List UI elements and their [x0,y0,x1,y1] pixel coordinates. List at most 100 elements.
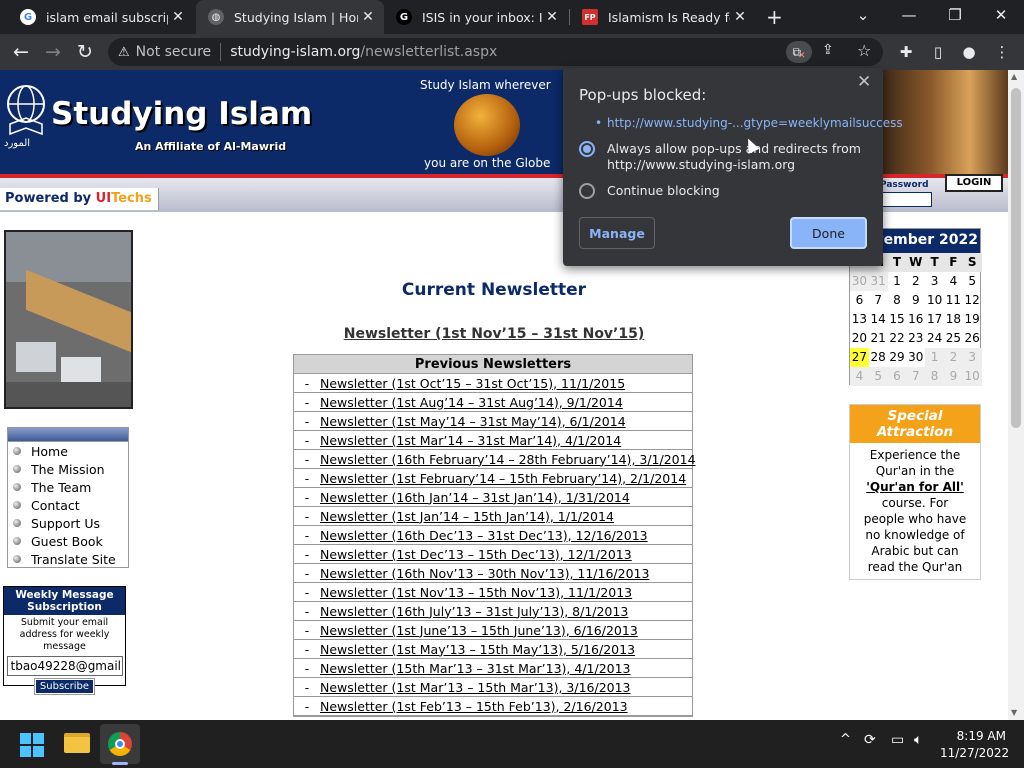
close-tab-icon[interactable]: ✕ [168,9,188,25]
address-bar[interactable]: ⚠ Not secure studying-islam.org/newslett… [108,38,883,66]
newsletter-link[interactable]: Newsletter (1st Feb’13 – 15th Feb’13), 2… [320,699,628,714]
newsletter-link[interactable]: Newsletter (1st May’13 – 15th May’13), 5… [320,642,635,657]
newsletter-link[interactable]: Newsletter (1st June’13 – 15th June’13),… [320,623,638,638]
newsletter-link[interactable]: Newsletter (1st Aug’14 – 31st Aug’14), 9… [320,395,623,410]
quran-for-all-link[interactable]: 'Qur'an for All' [866,480,964,494]
option-always-allow-label[interactable]: Always allow pop-ups and redirects from … [607,141,869,173]
newsletter-link[interactable]: Newsletter (16th Dec’13 – 31st Dec’13), … [320,528,648,543]
weekly-email-input[interactable] [6,656,123,676]
forward-button[interactable]: → [40,40,66,64]
side-panel-icon[interactable]: ▯ [927,42,949,62]
option-continue-blocking-label[interactable]: Continue blocking [607,183,869,199]
calendar-day[interactable]: 4 [944,272,963,291]
menu-item-the-team[interactable]: The Team [8,478,128,496]
menu-item-contact[interactable]: Contact [8,496,128,514]
newsletter-link[interactable]: Newsletter (1st Jan’14 – 15th Jan’14), 1… [320,509,614,524]
scroll-up-icon[interactable]: ▲ [1011,72,1017,81]
calendar-day[interactable]: 18 [944,310,963,329]
page-scrollbar[interactable]: ▲ ▼ [1008,70,1024,720]
calendar-day[interactable]: 13 [850,310,869,329]
calendar-day[interactable]: 3 [925,272,944,291]
calendar-day[interactable]: 31 [868,272,888,291]
calendar-day[interactable]: 1 [888,272,907,291]
calendar-day[interactable]: 5 [868,367,888,386]
calendar-day[interactable]: 17 [925,310,944,329]
restore-button[interactable]: ❐ [932,0,978,30]
calendar-day[interactable]: 2 [906,272,925,291]
scrollbar-thumb[interactable] [1011,88,1021,428]
newsletter-link[interactable]: Newsletter (1st Nov’13 – 15th Nov’13), 1… [320,585,632,600]
calendar-day[interactable]: 8 [925,367,944,386]
popup-blocked-icon[interactable]: ⧉ ✕ [786,41,812,63]
calendar-day[interactable]: 14 [869,310,888,329]
close-tab-icon[interactable]: ✕ [730,9,750,25]
password-input[interactable] [880,192,932,207]
calendar-day[interactable]: 23 [906,329,925,348]
newsletter-link[interactable]: Newsletter (1st Dec’13 – 15th Dec’13), 1… [320,547,632,562]
calendar-day[interactable]: 9 [943,367,963,386]
done-button[interactable]: Done [790,217,867,249]
share-icon[interactable]: ⇪ [822,42,834,58]
blocked-popup-link[interactable]: http://www.studying-...gtype=weeklymails… [607,116,903,130]
calendar-day[interactable]: 20 [850,329,869,348]
newsletter-link[interactable]: Newsletter (1st Oct’15 – 31st Oct’15), 1… [320,376,625,391]
calendar-day[interactable]: 21 [869,329,888,348]
current-newsletter-link[interactable]: Newsletter (1st Nov’15 – 31st Nov’15) [294,326,694,342]
calendar-day[interactable]: 10 [925,291,944,310]
calendar-day[interactable]: 27 [850,348,869,367]
newsletter-link[interactable]: Newsletter (16th February’14 – 28th Febr… [320,452,696,467]
extensions-icon[interactable]: ✚ [895,42,917,62]
sync-icon[interactable]: ⟳ [864,732,876,748]
new-tab-button[interactable]: + [760,0,790,34]
calendar-day[interactable]: 24 [925,329,944,348]
chrome-taskbar-button[interactable] [100,724,140,765]
calendar-day[interactable]: 2 [943,348,963,367]
network-icon[interactable]: ▭ [891,732,904,748]
calendar-day[interactable]: 25 [944,329,963,348]
chevron-up-icon[interactable]: ^ [840,732,851,747]
newsletter-link[interactable]: Newsletter (1st Mar’13 – 15th Mar’13), 3… [320,680,631,695]
calendar-day[interactable]: 7 [906,367,926,386]
bookmark-star-icon[interactable]: ☆ [857,41,871,60]
reload-button[interactable]: ↻ [72,40,98,64]
clock-time[interactable]: 8:19 AM [944,729,1006,743]
calendar-day[interactable]: 5 [963,272,982,291]
calendar-day[interactable]: 11 [944,291,963,310]
menu-item-home[interactable]: Home [8,442,128,460]
radio-continue-blocking[interactable] [579,183,595,199]
calendar-day[interactable]: 9 [906,291,925,310]
newsletter-link[interactable]: Newsletter (16th Nov’13 – 30th Nov’13), … [320,566,649,581]
calendar-day[interactable]: 30 [906,348,925,367]
calendar-day[interactable]: 6 [850,291,869,310]
calendar-day[interactable]: 26 [963,329,982,348]
calendar-day[interactable]: 4 [850,367,869,386]
manage-button[interactable]: Manage [579,217,655,249]
calendar-day[interactable]: 10 [962,367,982,386]
calendar-day[interactable]: 22 [888,329,907,348]
calendar-day[interactable]: 3 [962,348,982,367]
scroll-down-icon[interactable]: ▼ [1011,708,1017,717]
profile-icon[interactable]: ● [958,42,980,62]
newsletter-link[interactable]: Newsletter (16th Jan’14 – 31st Jan’14), … [320,490,630,505]
radio-always-allow[interactable] [579,141,595,157]
subscribe-button[interactable]: Subscribe [33,678,96,695]
close-tab-icon[interactable]: ✕ [358,9,378,25]
minimize-button[interactable]: — [886,0,932,30]
calendar-day[interactable]: 30 [850,272,869,291]
tab-islamism-is-ready[interactable]: FP Islamism Is Ready for a ✕ [570,0,756,34]
calendar-day[interactable]: 12 [963,291,982,310]
tab-search-button[interactable]: ⌄ [840,0,886,30]
windows-start-icon[interactable] [20,733,44,757]
calendar-day[interactable]: 8 [888,291,907,310]
close-tab-icon[interactable]: ✕ [542,9,562,25]
tab-studying-islam-home[interactable]: ◍ Studying Islam | Home ✕ [196,0,384,34]
tab-islam-email-subscription[interactable]: G islam email subscription ✕ [8,0,194,34]
back-button[interactable]: ← [8,40,34,64]
menu-item-support-us[interactable]: Support Us [8,514,128,532]
tab-isis-in-your-inbox[interactable]: G ISIS in your inbox: Islam ✕ [384,0,568,34]
menu-item-guest-book[interactable]: Guest Book [8,532,128,550]
calendar-day[interactable]: 1 [925,348,944,367]
calendar-day[interactable]: 6 [887,367,907,386]
file-explorer-icon[interactable] [64,733,90,753]
clock-date[interactable]: 11/27/2022 [940,746,1009,760]
